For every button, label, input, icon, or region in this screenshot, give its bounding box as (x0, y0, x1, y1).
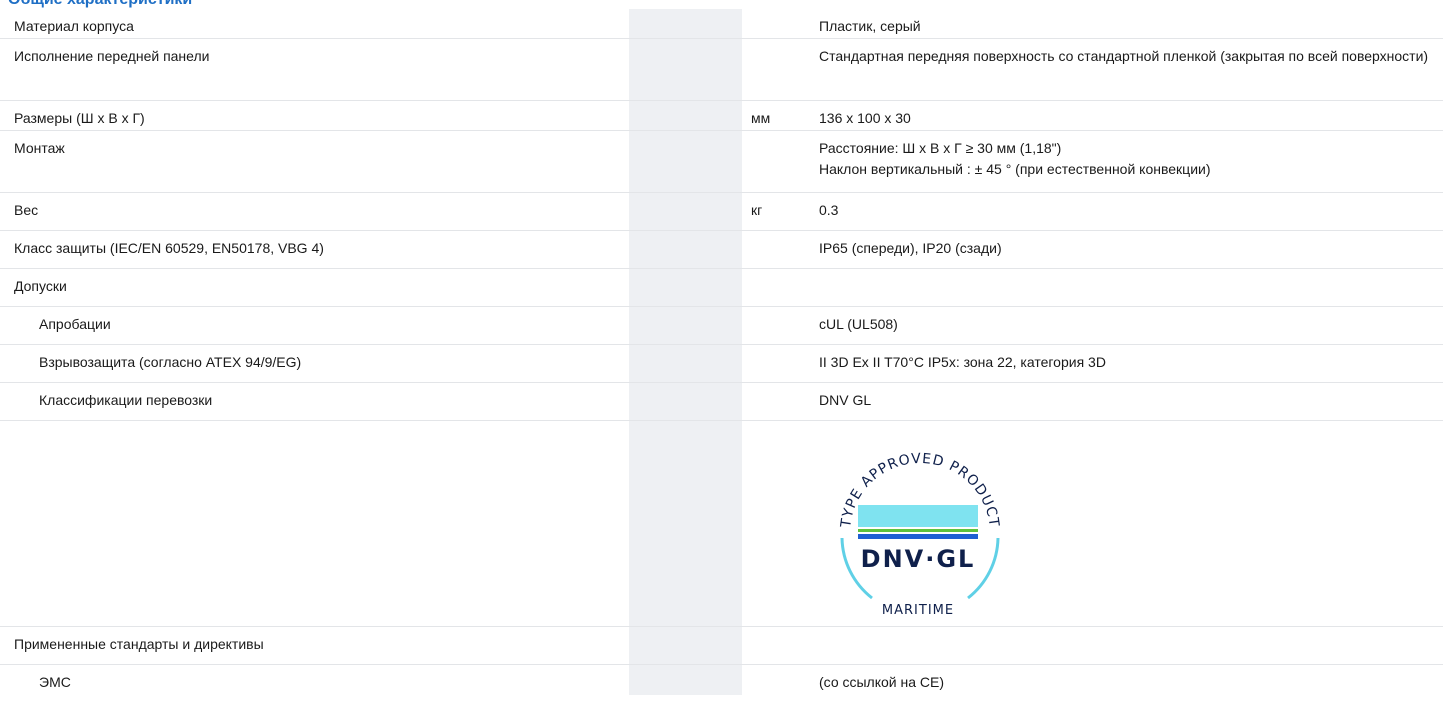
table-row: Монтаж Расстояние: Ш x В x Г ≥ 30 мм (1,… (0, 131, 1443, 193)
dnv-gl-type-approved-logo: TYPE APPROVED PRODUCT DNV·GL MARITIME (820, 433, 1020, 623)
row-label: Материал корпуса (14, 18, 134, 34)
table-row: Материал корпуса Пластик, серый (0, 9, 1443, 39)
row-value: Пластик, серый (819, 18, 921, 34)
row-value-line: Наклон вертикальный : ± 45 ° (при естест… (819, 161, 1211, 177)
dnv-gl-logo-graphic: TYPE APPROVED PRODUCT DNV·GL MARITIME (838, 451, 1001, 618)
row-value: IP65 (спереди), IP20 (сзади) (819, 240, 1002, 256)
table-row: Размеры (Ш x В x Г) мм 136 x 100 x 30 (0, 101, 1443, 131)
row-label: Вес (14, 202, 39, 218)
row-label: Взрывозащита (согласно ATEX 94/9/EG) (39, 354, 302, 370)
row-value-line: Расстояние: Ш x В x Г ≥ 30 мм (1,18") (819, 140, 1062, 156)
row-label: Монтаж (14, 140, 65, 156)
logo-maritime-text: MARITIME (882, 603, 954, 618)
row-label: Размеры (Ш x В x Г) (14, 110, 145, 126)
logo-brand-text: DNV·GL (861, 545, 976, 573)
row-value: Стандартная передняя поверхность со стан… (819, 48, 1429, 64)
row-value: II 3D Ex II T70°C IP5x: зона 22, категор… (819, 354, 1106, 370)
row-label: Апробации (39, 316, 111, 332)
table-row-logo: TYPE APPROVED PRODUCT DNV·GL MARITIME (0, 421, 1443, 627)
row-unit: мм (751, 110, 771, 126)
row-value: 0.3 (819, 202, 839, 218)
row-label: Классификации перевозки (39, 392, 213, 408)
table-row: Примененные стандарты и директивы (0, 627, 1443, 665)
row-value: (со ссылкой на CE) (819, 674, 945, 690)
table-row: Класс защиты (IEC/EN 60529, EN50178, VBG… (0, 231, 1443, 269)
row-value: Расстояние: Ш x В x Г ≥ 30 мм (1,18") На… (819, 138, 1443, 180)
row-value: DNV GL (819, 392, 872, 408)
spec-table: Материал корпуса Пластик, серый Исполнен… (0, 9, 1443, 695)
table-row: Исполнение передней панели Стандартная п… (0, 39, 1443, 101)
table-row: ЭМС (со ссылкой на CE) (0, 665, 1443, 695)
table-row: Классификации перевозки DNV GL (0, 383, 1443, 421)
row-value: 136 x 100 x 30 (819, 110, 911, 126)
table-row: Взрывозащита (согласно ATEX 94/9/EG) II … (0, 345, 1443, 383)
table-row: Апробации cUL (UL508) (0, 307, 1443, 345)
row-label: Допуски (14, 278, 67, 294)
row-label: Примененные стандарты и директивы (14, 636, 264, 652)
row-unit: кг (751, 202, 763, 218)
row-value: cUL (UL508) (819, 316, 898, 332)
row-label: ЭМС (39, 674, 71, 690)
row-label: Исполнение передней панели (14, 48, 210, 64)
table-row: Допуски (0, 269, 1443, 307)
row-label: Класс защиты (IEC/EN 60529, EN50178, VBG… (14, 240, 324, 256)
table-row: Вес кг 0.3 (0, 193, 1443, 231)
